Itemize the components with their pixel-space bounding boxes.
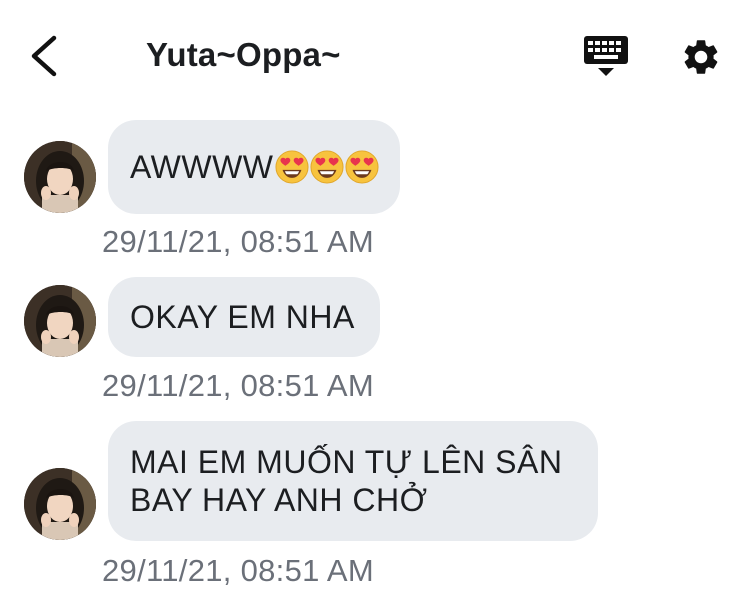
chat-header: Yuta~Oppa~ [0, 0, 750, 110]
message-bubble[interactable]: AWWWW [108, 120, 400, 214]
avatar[interactable] [24, 285, 96, 357]
emoji-group [275, 150, 380, 184]
avatar[interactable] [24, 468, 96, 540]
gear-icon [684, 40, 718, 74]
profile-photo-image [24, 468, 96, 540]
message-text: OKAY EM NHA [130, 299, 355, 335]
chat-screen: Yuta~Oppa~ AWWWW 29/11/21, 08:51 AM OKAY… [0, 0, 750, 600]
message-timestamp: 29/11/21, 08:51 AM [102, 553, 374, 588]
back-button[interactable] [22, 34, 66, 78]
keyboard-icon [584, 36, 628, 76]
message-text-line: MAI EM MUỐN TỰ LÊN SÂN [130, 444, 563, 480]
heart-eyes-emoji-icon [275, 150, 309, 184]
message-bubble[interactable]: OKAY EM NHA [108, 277, 380, 357]
keyboard-button[interactable] [582, 34, 630, 78]
message-timestamp: 29/11/21, 08:51 AM [102, 368, 374, 403]
profile-photo-image [24, 141, 96, 213]
message-bubble[interactable]: MAI EM MUỐN TỰ LÊN SÂN BAY HAY ANH CHỞ [108, 421, 598, 541]
message-text-line: BAY HAY ANH CHỞ [130, 482, 428, 518]
heart-eyes-emoji-icon [345, 150, 379, 184]
heart-eyes-emoji-icon [310, 150, 344, 184]
settings-button[interactable] [680, 36, 722, 78]
avatar[interactable] [24, 141, 96, 213]
message-timestamp: 29/11/21, 08:51 AM [102, 224, 374, 259]
chevron-left-icon [31, 35, 57, 77]
contact-name-title[interactable]: Yuta~Oppa~ [146, 36, 341, 74]
message-text: AWWWW [130, 149, 274, 185]
profile-photo-image [24, 285, 96, 357]
